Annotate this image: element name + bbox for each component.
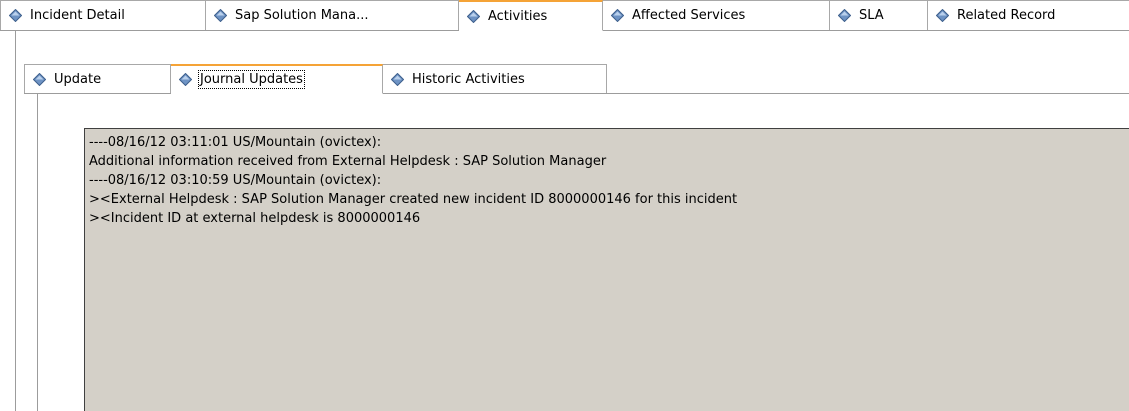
- tab-activities[interactable]: Activities: [459, 0, 603, 31]
- journal-line: Additional information received from Ext…: [89, 154, 607, 169]
- diamond-icon: [391, 72, 404, 86]
- diamond-icon: [838, 9, 851, 22]
- diamond-icon: [611, 9, 624, 22]
- tab-incident-detail[interactable]: Incident Detail: [0, 0, 206, 30]
- tab-label: SLA: [859, 8, 884, 23]
- journal-updates-textarea[interactable]: ----08/16/12 03:11:01 US/Mountain (ovict…: [84, 128, 1129, 411]
- tab-label: Related Record: [957, 8, 1056, 23]
- diamond-icon: [179, 73, 192, 86]
- tab-update[interactable]: Update: [24, 64, 171, 93]
- diamond-icon: [9, 9, 22, 22]
- journal-line: ><External Helpdesk : SAP Solution Manag…: [89, 192, 738, 207]
- tab-label: Journal Updates: [198, 70, 305, 89]
- tab-sap-solution-manager[interactable]: Sap Solution Mana...: [206, 0, 459, 30]
- tab-sla[interactable]: SLA: [830, 0, 928, 30]
- journal-line: ----08/16/12 03:11:01 US/Mountain (ovict…: [89, 135, 382, 150]
- tab-label: Affected Services: [632, 8, 746, 23]
- tab-label: Incident Detail: [30, 8, 125, 23]
- journal-line: ----08/16/12 03:10:59 US/Mountain (ovict…: [89, 173, 382, 188]
- tab-label: Update: [54, 71, 102, 87]
- tab-label: Sap Solution Mana...: [235, 8, 369, 23]
- tab-journal-updates[interactable]: Journal Updates: [171, 64, 383, 94]
- tab-affected-services[interactable]: Affected Services: [603, 0, 830, 30]
- diamond-icon: [33, 72, 46, 86]
- diamond-icon: [467, 9, 480, 23]
- tab-historic-activities[interactable]: Historic Activities: [383, 64, 607, 93]
- diamond-icon: [936, 9, 949, 22]
- journal-line: ><Incident ID at external helpdesk is 80…: [89, 211, 421, 226]
- main-tab-bar: Incident Detail Sap Solution Mana... Act…: [0, 0, 1129, 31]
- tab-related-records[interactable]: Related Record: [928, 0, 1129, 30]
- tab-label: Historic Activities: [412, 71, 525, 87]
- sub-tab-bar: Update Journal Updates Historic Activiti…: [24, 64, 1129, 94]
- tab-label: Activities: [488, 8, 548, 24]
- diamond-icon: [214, 9, 227, 22]
